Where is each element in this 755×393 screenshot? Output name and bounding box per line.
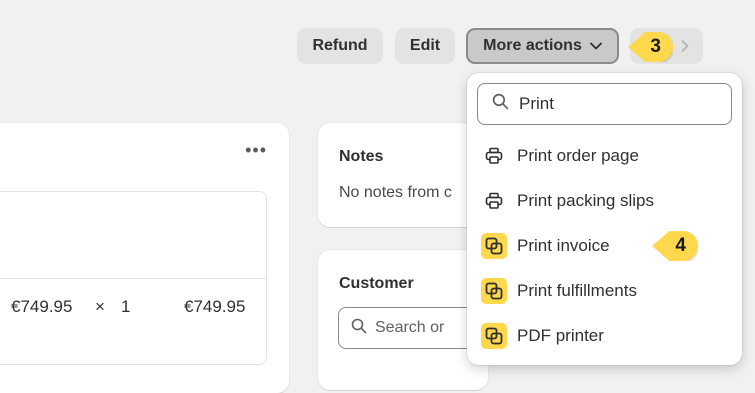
divider	[0, 278, 266, 279]
search-icon	[351, 318, 375, 339]
menu-item-label: PDF printer	[517, 326, 604, 345]
line-item-quantity: 1	[121, 297, 131, 316]
customer-search-placeholder: Search or	[375, 319, 445, 336]
customer-title: Customer	[339, 275, 414, 292]
line-item	[0, 191, 267, 365]
chevron-right-icon	[681, 36, 689, 57]
menu-item-print-order-page[interactable]: Print order page	[481, 140, 639, 172]
app-icon	[481, 278, 507, 304]
printer-icon	[481, 188, 507, 214]
notes-card: Notes No notes from c	[318, 123, 488, 227]
chevron-down-icon	[589, 38, 602, 53]
menu-item-label: Print packing slips	[517, 191, 655, 210]
more-actions-menu: Print Print order page Print packing sli…	[467, 73, 742, 365]
menu-item-print-invoice[interactable]: Print invoice	[481, 230, 610, 262]
menu-item-label: Print order page	[517, 146, 639, 165]
menu-item-pdf-printer[interactable]: PDF printer	[481, 320, 604, 352]
menu-search-value: Print	[519, 94, 554, 113]
app-icon	[481, 323, 507, 349]
menu-item-label: Print fulfillments	[517, 281, 637, 300]
notes-title: Notes	[339, 148, 384, 165]
customer-card: Customer Search or	[318, 250, 518, 390]
menu-search-input[interactable]: Print	[477, 83, 732, 125]
edit-button[interactable]: Edit	[395, 28, 455, 64]
menu-item-print-fulfillments[interactable]: Print fulfillments	[481, 275, 637, 307]
more-options-icon[interactable]: •••	[245, 141, 267, 159]
menu-item-print-packing-slips[interactable]: Print packing slips	[481, 185, 654, 217]
line-item-times: ×	[95, 297, 105, 316]
line-item-total: €749.95	[184, 297, 246, 316]
app-icon	[481, 233, 507, 259]
search-icon	[492, 93, 519, 115]
refund-button[interactable]: Refund	[297, 28, 383, 64]
line-item-price: €749.95	[11, 297, 73, 316]
menu-item-label: Print invoice	[517, 236, 610, 255]
notes-text: No notes from c	[339, 184, 452, 201]
printer-icon	[481, 143, 507, 169]
more-actions-label: More actions	[483, 37, 582, 54]
more-actions-button[interactable]: More actions	[466, 28, 619, 64]
